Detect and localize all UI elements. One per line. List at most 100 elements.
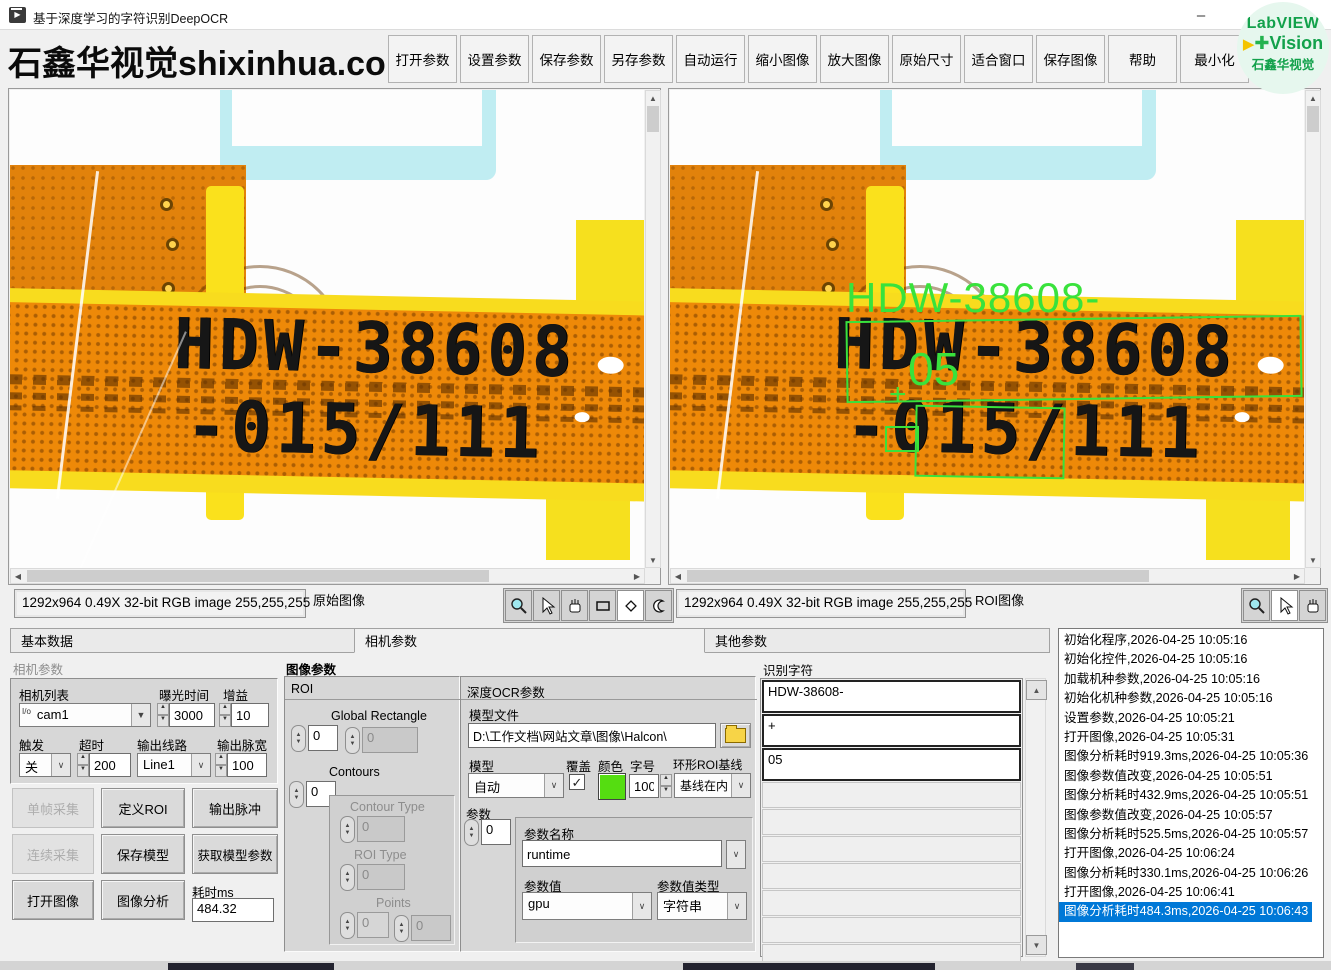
vertical-scrollbar[interactable]: ▲ ▼ xyxy=(645,90,661,568)
browse-model-button[interactable] xyxy=(720,723,751,748)
roi-index-spinner[interactable]: ▲▼ xyxy=(291,725,306,752)
log-item[interactable]: 图像分析耗时330.1ms,2026-04-25 10:06:26 xyxy=(1059,864,1323,883)
model-select[interactable]: 自动∨ xyxy=(468,773,564,798)
param-type-select[interactable]: 字符串∨ xyxy=(657,892,747,920)
dropdown-arrow-icon[interactable]: ∨ xyxy=(544,774,563,797)
log-item[interactable]: 打开图像,2026-04-25 10:05:31 xyxy=(1059,728,1323,747)
dropdown-arrow-icon[interactable]: ∨ xyxy=(191,754,210,776)
vertical-scrollbar[interactable]: ▲ ▼ xyxy=(1305,90,1321,568)
scroll-down-icon[interactable]: ▼ xyxy=(1306,553,1320,567)
scroll-thumb[interactable] xyxy=(647,106,659,132)
log-item-selected[interactable]: 图像分析耗时484.3ms,2026-04-25 10:06:43 xyxy=(1059,902,1312,921)
pan-tool-button[interactable] xyxy=(561,590,588,621)
dropdown-arrow-icon[interactable]: ∨ xyxy=(727,893,746,919)
log-item[interactable]: 打开图像,2026-04-25 10:06:41 xyxy=(1059,883,1323,902)
log-item[interactable]: 图像参数值改变,2026-04-25 10:05:57 xyxy=(1059,806,1323,825)
param-index-spinner[interactable]: ▲▼ xyxy=(464,819,479,846)
timeout-field[interactable] xyxy=(89,753,131,777)
tab-basic-data[interactable]: 基本数据 xyxy=(10,628,355,653)
overlay-color-swatch[interactable] xyxy=(598,773,626,800)
save-model-button[interactable]: 保存模型 xyxy=(101,834,185,874)
font-size-field[interactable] xyxy=(629,774,659,798)
scroll-down-icon[interactable]: ▼ xyxy=(1026,935,1047,955)
trigger-select[interactable]: 关∨ xyxy=(19,753,71,777)
zoom-out-button[interactable]: 缩小图像 xyxy=(748,35,817,83)
open-params-button[interactable]: 打开参数 xyxy=(388,35,457,83)
contours-index-spinner[interactable]: ▲▼ xyxy=(289,781,304,808)
output-line-select[interactable]: Line1∨ xyxy=(137,753,211,777)
pulse-spinner[interactable]: ▲▼ xyxy=(215,753,227,777)
scroll-down-icon[interactable]: ▼ xyxy=(646,553,660,567)
dropdown-arrow-icon[interactable]: ∨ xyxy=(727,841,745,868)
log-item[interactable]: 初始化控件,2026-04-25 10:05:16 xyxy=(1059,650,1323,669)
open-image-button[interactable]: 打开图像 xyxy=(12,880,94,920)
tab-camera-params[interactable]: 相机参数 xyxy=(354,628,705,653)
scroll-thumb[interactable] xyxy=(27,570,489,582)
param-index-value[interactable]: 0 xyxy=(481,819,511,845)
set-params-button[interactable]: 设置参数 xyxy=(460,35,529,83)
log-item[interactable]: 图像分析耗时525.5ms,2026-04-25 10:05:57 xyxy=(1059,825,1323,844)
cursor-tool-button[interactable] xyxy=(533,590,560,621)
baseline-select[interactable]: 基线在内∨ xyxy=(674,773,751,798)
saveas-params-button[interactable]: 另存参数 xyxy=(604,35,673,83)
scroll-right-icon[interactable]: ▶ xyxy=(630,569,644,583)
font-size-spinner[interactable]: ▲▼ xyxy=(660,774,672,798)
log-item[interactable]: 图像分析耗时919.3ms,2026-04-25 10:05:36 xyxy=(1059,747,1323,766)
define-roi-button[interactable]: 定义ROI xyxy=(101,788,185,828)
timeout-spinner[interactable]: ▲▼ xyxy=(77,753,89,777)
cursor-tool-button[interactable] xyxy=(1271,590,1298,621)
param-name-select[interactable]: ∨ xyxy=(726,840,746,869)
gain-field[interactable] xyxy=(231,703,269,727)
log-item[interactable]: 设置参数,2026-04-25 10:05:21 xyxy=(1059,709,1323,728)
dropdown-arrow-icon[interactable]: ∨ xyxy=(632,893,651,919)
fit-window-button[interactable]: 适合窗口 xyxy=(964,35,1033,83)
log-item[interactable]: 加载机种参数,2026-04-25 10:05:16 xyxy=(1059,670,1323,689)
tab-other-params[interactable]: 其他参数 xyxy=(704,628,1050,653)
scroll-thumb[interactable] xyxy=(1307,106,1319,132)
save-params-button[interactable]: 保存参数 xyxy=(532,35,601,83)
scroll-up-icon[interactable]: ▲ xyxy=(1306,91,1320,105)
gain-spinner[interactable]: ▲▼ xyxy=(219,703,231,727)
exposure-spinner[interactable]: ▲▼ xyxy=(157,703,169,727)
annulus-roi-tool-button[interactable] xyxy=(645,590,672,621)
roi-image-canvas[interactable]: HDW-38608 -015/111 HDW-38608- 05 + xyxy=(670,90,1304,568)
camera-select[interactable]: I/o cam1▼ xyxy=(19,703,151,727)
results-scrollbar[interactable]: ▲ ▼ xyxy=(1025,678,1046,957)
overlay-checkbox[interactable]: ✓ xyxy=(569,774,585,790)
save-image-button[interactable]: 保存图像 xyxy=(1036,35,1105,83)
scroll-left-icon[interactable]: ◀ xyxy=(671,569,685,583)
original-size-button[interactable]: 原始尺寸 xyxy=(892,35,961,83)
minimize-window-button[interactable]: – xyxy=(1178,0,1224,30)
zoom-tool-button[interactable] xyxy=(505,590,532,621)
help-button[interactable]: 帮助 xyxy=(1108,35,1177,83)
pulse-field[interactable] xyxy=(227,753,267,777)
zoom-in-button[interactable]: 放大图像 xyxy=(820,35,889,83)
output-pulse-button[interactable]: 输出脉冲 xyxy=(192,788,278,828)
rotated-rect-roi-tool-button[interactable] xyxy=(617,590,644,621)
param-value-select[interactable]: gpu∨ xyxy=(522,892,652,920)
param-name-value[interactable]: runtime xyxy=(522,840,722,867)
pan-tool-button[interactable] xyxy=(1299,590,1326,621)
log-item[interactable]: 图像分析耗时432.9ms,2026-04-25 10:05:51 xyxy=(1059,786,1323,805)
original-image-canvas[interactable]: HDW-38608 -015/111 xyxy=(10,90,644,568)
horizontal-scrollbar[interactable]: ◀ ▶ xyxy=(10,568,645,584)
dropdown-arrow-icon[interactable]: ∨ xyxy=(731,774,750,797)
scroll-up-icon[interactable]: ▲ xyxy=(646,91,660,105)
log-item[interactable]: 打开图像,2026-04-25 10:06:24 xyxy=(1059,844,1323,863)
zoom-tool-button[interactable] xyxy=(1243,590,1270,621)
rect-roi-tool-button[interactable] xyxy=(589,590,616,621)
scroll-left-icon[interactable]: ◀ xyxy=(11,569,25,583)
roi-index-value[interactable]: 0 xyxy=(308,725,338,751)
horizontal-scrollbar[interactable]: ◀ ▶ xyxy=(670,568,1305,584)
dropdown-arrow-icon[interactable]: ∨ xyxy=(51,754,70,776)
scroll-right-icon[interactable]: ▶ xyxy=(1290,569,1304,583)
exposure-field[interactable] xyxy=(169,703,215,727)
log-item[interactable]: 初始化机种参数,2026-04-25 10:05:16 xyxy=(1059,689,1323,708)
auto-run-button[interactable]: 自动运行 xyxy=(676,35,745,83)
log-item[interactable]: 图像参数值改变,2026-04-25 10:05:51 xyxy=(1059,767,1323,786)
scroll-thumb[interactable] xyxy=(687,570,1149,582)
model-file-field[interactable] xyxy=(468,723,716,748)
scroll-up-icon[interactable]: ▲ xyxy=(1026,680,1047,700)
dropdown-arrow-icon[interactable]: ▼ xyxy=(131,704,150,726)
get-model-params-button[interactable]: 获取模型参数 xyxy=(192,834,278,874)
